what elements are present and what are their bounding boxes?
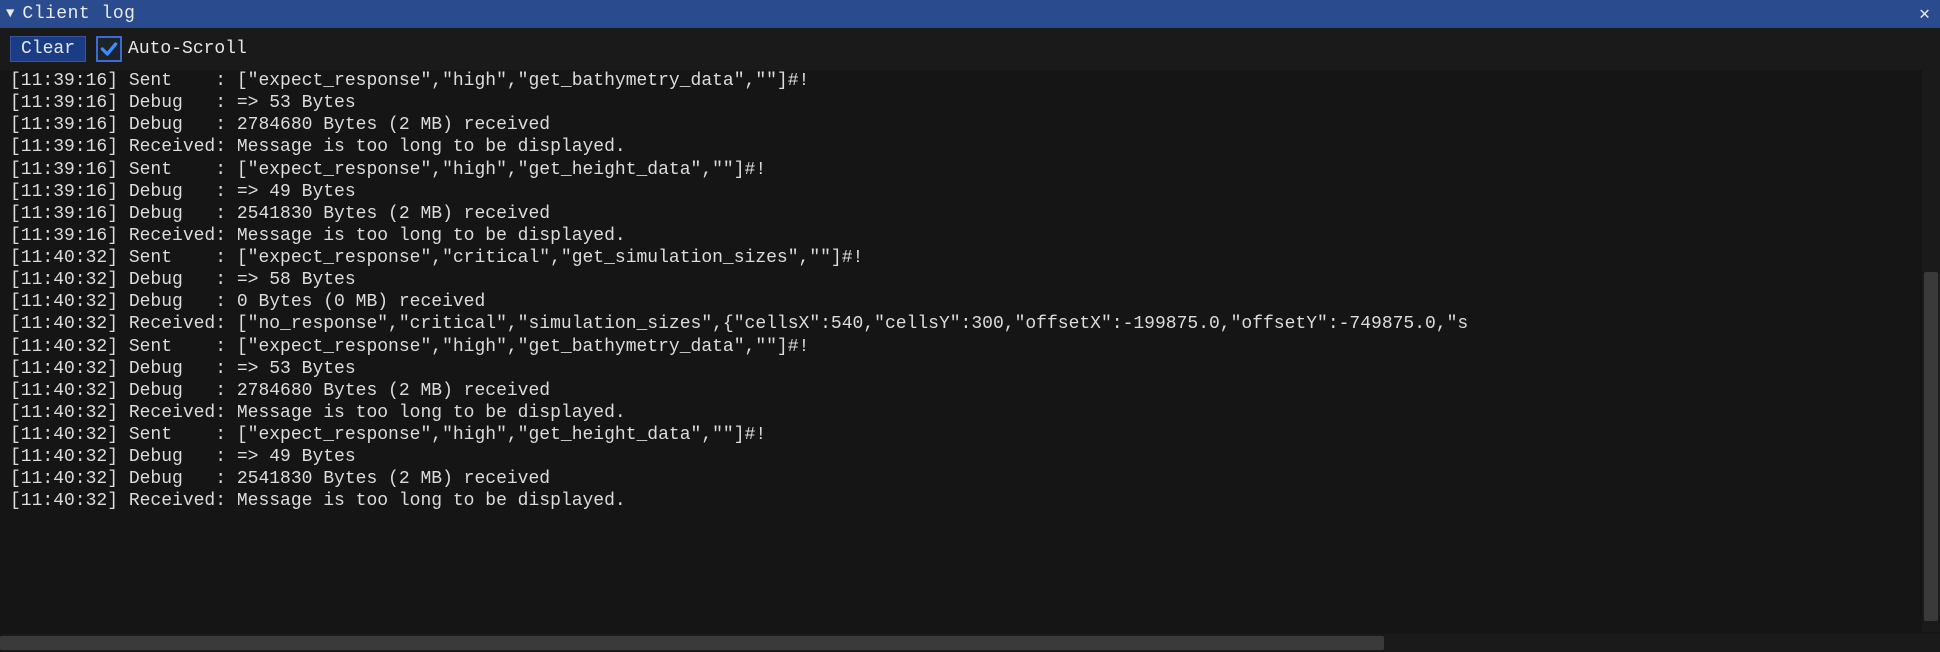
toolbar: Clear Auto-Scroll — [0, 28, 1940, 70]
log-text[interactable]: [11:39:16] Sent : ["expect_response","hi… — [10, 70, 1916, 632]
clear-button[interactable]: Clear — [10, 36, 86, 62]
close-icon[interactable]: ✕ — [1915, 3, 1934, 25]
log-area: [11:39:16] Sent : ["expect_response","hi… — [0, 70, 1940, 652]
horizontal-scrollbar[interactable] — [0, 634, 1922, 652]
client-log-window: ▼ Client log ✕ Clear Auto-Scroll [11:39:… — [0, 0, 1940, 652]
titlebar[interactable]: ▼ Client log ✕ — [0, 0, 1940, 28]
horizontal-scroll-thumb[interactable] — [0, 636, 1384, 650]
autoscroll-checkbox[interactable] — [96, 36, 122, 62]
autoscroll-label: Auto-Scroll — [128, 39, 247, 59]
window-title: Client log — [22, 4, 1915, 24]
vertical-scrollbar[interactable] — [1922, 70, 1940, 632]
checkmark-icon — [99, 39, 119, 59]
vertical-scroll-thumb[interactable] — [1924, 272, 1938, 620]
autoscroll-toggle[interactable]: Auto-Scroll — [96, 36, 247, 62]
collapse-toggle-icon[interactable]: ▼ — [6, 6, 14, 22]
scrollbar-corner — [1922, 634, 1940, 652]
